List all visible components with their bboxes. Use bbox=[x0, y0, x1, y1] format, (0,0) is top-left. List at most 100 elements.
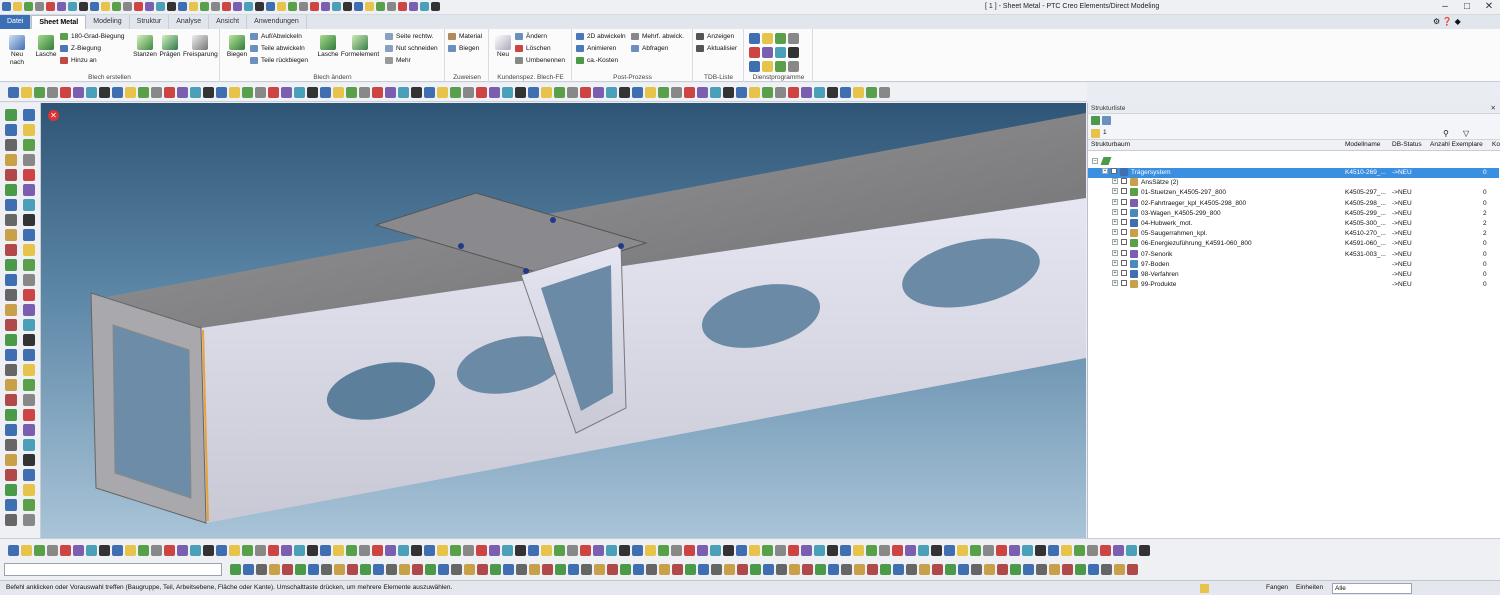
sketch-tool-icon[interactable] bbox=[398, 545, 409, 556]
sketch-tool-icon[interactable] bbox=[1022, 545, 1033, 556]
sidebar-tool-icon[interactable] bbox=[5, 439, 17, 451]
sketch-tool-icon[interactable] bbox=[99, 545, 110, 556]
sketch-tool-icon[interactable] bbox=[1139, 545, 1150, 556]
sketch-tool-icon[interactable] bbox=[424, 545, 435, 556]
sketch-tool-icon[interactable] bbox=[399, 564, 410, 575]
toolbar-tool-icon[interactable] bbox=[60, 87, 71, 98]
sketch-tool-icon[interactable] bbox=[619, 545, 630, 556]
sketch-tool-icon[interactable] bbox=[983, 545, 994, 556]
sketch-tool-icon[interactable] bbox=[919, 564, 930, 575]
expand-icon[interactable]: + bbox=[1112, 178, 1118, 185]
expand-icon[interactable]: + bbox=[1112, 280, 1118, 287]
sketch-tool-icon[interactable] bbox=[646, 564, 657, 575]
toolbar-tool-icon[interactable] bbox=[164, 87, 175, 98]
toolbar-tool-icon[interactable] bbox=[101, 2, 110, 11]
toolbar-tool-icon[interactable] bbox=[723, 87, 734, 98]
expand-icon[interactable]: + bbox=[1112, 198, 1118, 205]
toolbar-tool-icon[interactable] bbox=[242, 87, 253, 98]
animieren-button[interactable]: Animieren bbox=[576, 44, 616, 53]
sidebar-tool-icon[interactable] bbox=[5, 454, 17, 466]
sketch-tool-icon[interactable] bbox=[684, 545, 695, 556]
abfragen-button[interactable]: Abfragen bbox=[631, 44, 668, 53]
sketch-tool-icon[interactable] bbox=[671, 545, 682, 556]
toolbar-tool-icon[interactable] bbox=[346, 87, 357, 98]
kundenspez-neu-button[interactable]: Neu bbox=[493, 35, 513, 59]
sketch-tool-icon[interactable] bbox=[333, 545, 344, 556]
toolbar-tool-icon[interactable] bbox=[359, 87, 370, 98]
toolbar-tool-icon[interactable] bbox=[145, 2, 154, 11]
180-grad-biegung-button[interactable]: 180-Grad-Biegung bbox=[60, 32, 124, 41]
sketch-tool-icon[interactable] bbox=[814, 545, 825, 556]
toolbar-tool-icon[interactable] bbox=[13, 2, 22, 11]
toolbar-tool-icon[interactable] bbox=[398, 2, 407, 11]
sketch-tool-icon[interactable] bbox=[412, 564, 423, 575]
sketch-tool-icon[interactable] bbox=[1048, 545, 1059, 556]
sidebar-tool-icon[interactable] bbox=[5, 409, 17, 421]
sketch-tool-icon[interactable] bbox=[568, 564, 579, 575]
sketch-tool-icon[interactable] bbox=[658, 545, 669, 556]
sidebar-tool-icon[interactable] bbox=[23, 319, 35, 331]
toolbar-tool-icon[interactable] bbox=[203, 87, 214, 98]
expand-icon[interactable]: + bbox=[1112, 229, 1118, 236]
sketch-tool-icon[interactable] bbox=[867, 564, 878, 575]
toolbar-tool-icon[interactable] bbox=[167, 2, 176, 11]
sketch-tool-icon[interactable] bbox=[607, 564, 618, 575]
toolbar-tool-icon[interactable] bbox=[866, 87, 877, 98]
tree-row[interactable]: +98-Verfahren ->NEU 0 bbox=[1088, 270, 1499, 280]
sketch-tool-icon[interactable] bbox=[945, 564, 956, 575]
sidebar-tool-icon[interactable] bbox=[5, 184, 17, 196]
sketch-tool-icon[interactable] bbox=[372, 545, 383, 556]
lasche-button[interactable]: Lasche bbox=[34, 35, 58, 59]
toolbar-tool-icon[interactable] bbox=[788, 87, 799, 98]
sketch-tool-icon[interactable] bbox=[906, 564, 917, 575]
sketch-tool-icon[interactable] bbox=[971, 564, 982, 575]
sketch-tool-icon[interactable] bbox=[659, 564, 670, 575]
sketch-tool-icon[interactable] bbox=[295, 564, 306, 575]
sketch-tool-icon[interactable] bbox=[944, 545, 955, 556]
toolbar-tool-icon[interactable] bbox=[86, 87, 97, 98]
sketch-tool-icon[interactable] bbox=[645, 545, 656, 556]
seite-rechtw-button[interactable]: Seite rechtw. bbox=[385, 32, 433, 41]
sketch-tool-icon[interactable] bbox=[672, 564, 683, 575]
sketch-tool-icon[interactable] bbox=[515, 545, 526, 556]
toolbar-tool-icon[interactable] bbox=[606, 87, 617, 98]
sidebar-tool-icon[interactable] bbox=[23, 259, 35, 271]
col-modellname[interactable]: Modellname bbox=[1345, 141, 1389, 148]
sidebar-tool-icon[interactable] bbox=[5, 124, 17, 136]
visibility-checkbox[interactable] bbox=[1121, 270, 1127, 276]
sketch-tool-icon[interactable] bbox=[853, 545, 864, 556]
toolbar-tool-icon[interactable] bbox=[515, 87, 526, 98]
sketch-tool-icon[interactable] bbox=[242, 545, 253, 556]
tree-row[interactable]: + Trägersystem K4510-269_... ->NEU 0 bbox=[1088, 168, 1499, 178]
sketch-tool-icon[interactable] bbox=[502, 545, 513, 556]
sketch-tool-icon[interactable] bbox=[438, 564, 449, 575]
sidebar-tool-icon[interactable] bbox=[23, 379, 35, 391]
toolbar-tool-icon[interactable] bbox=[151, 87, 162, 98]
sketch-tool-icon[interactable] bbox=[710, 545, 721, 556]
toolbar-tool-icon[interactable] bbox=[814, 87, 825, 98]
toolbar-tool-icon[interactable] bbox=[775, 87, 786, 98]
toolbar-tool-icon[interactable] bbox=[112, 87, 123, 98]
visibility-checkbox[interactable] bbox=[1121, 259, 1127, 266]
sketch-tool-icon[interactable] bbox=[230, 564, 241, 575]
toolbar-tool-icon[interactable] bbox=[671, 87, 682, 98]
toolbar-tool-icon[interactable] bbox=[736, 87, 747, 98]
sidebar-tool-icon[interactable] bbox=[5, 289, 17, 301]
sketch-tool-icon[interactable] bbox=[581, 564, 592, 575]
toolbar-tool-icon[interactable] bbox=[476, 87, 487, 98]
sidebar-tool-icon[interactable] bbox=[23, 499, 35, 511]
sidebar-tool-icon[interactable] bbox=[5, 304, 17, 316]
sketch-tool-icon[interactable] bbox=[1127, 564, 1138, 575]
sidebar-tool-icon[interactable] bbox=[5, 169, 17, 181]
sketch-tool-icon[interactable] bbox=[841, 564, 852, 575]
toolbar-tool-icon[interactable] bbox=[365, 2, 374, 11]
sketch-tool-icon[interactable] bbox=[632, 545, 643, 556]
toolbar-tool-icon[interactable] bbox=[123, 2, 132, 11]
toolbar-tool-icon[interactable] bbox=[749, 87, 760, 98]
sketch-tool-icon[interactable] bbox=[633, 564, 644, 575]
sketch-tool-icon[interactable] bbox=[736, 545, 747, 556]
sketch-tool-icon[interactable] bbox=[932, 564, 943, 575]
col-ko[interactable]: Ko bbox=[1492, 141, 1500, 148]
formelement-button[interactable]: Formelement bbox=[340, 35, 380, 59]
tree-row[interactable]: +02-Fahrtraeger_kpl_K4505-298_800 K4505-2… bbox=[1088, 198, 1499, 209]
